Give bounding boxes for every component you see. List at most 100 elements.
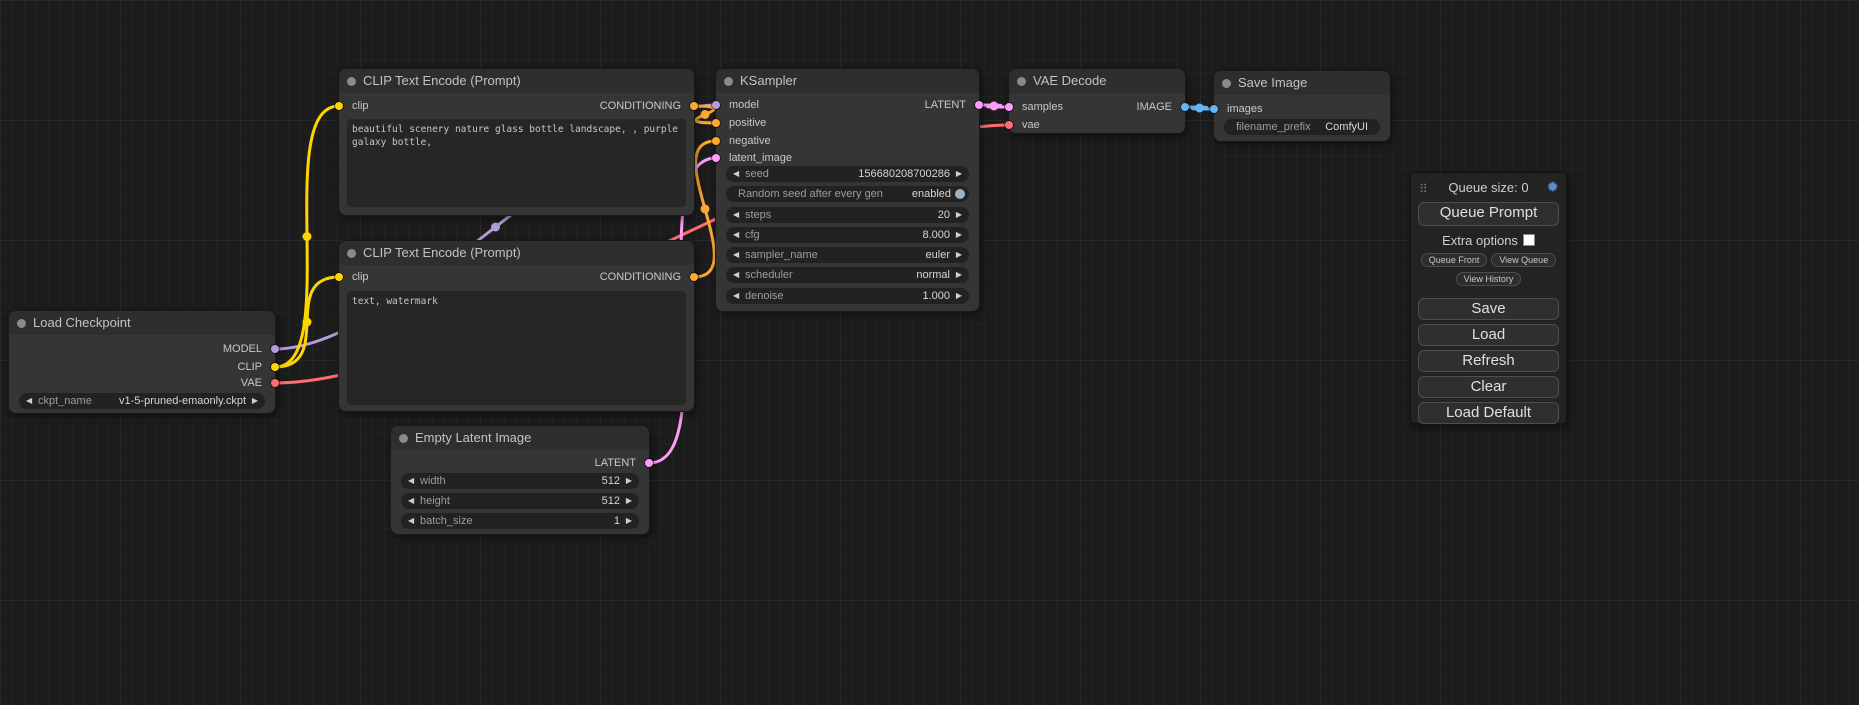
increment-arrow-icon[interactable]: ▶: [956, 227, 962, 243]
sampler-name-widget[interactable]: ◀ sampler_name euler ▶: [726, 247, 969, 263]
width-widget[interactable]: ◀ width 512 ▶: [401, 473, 639, 489]
input-label: positive: [729, 115, 766, 131]
input-slot-latent-image: latent_image: [716, 150, 979, 166]
load-default-button[interactable]: Load Default: [1418, 402, 1559, 424]
decrement-arrow-icon[interactable]: ◀: [733, 207, 739, 223]
decrement-arrow-icon[interactable]: ◀: [733, 267, 739, 283]
view-queue-button[interactable]: View Queue: [1491, 253, 1556, 267]
prompt-textarea[interactable]: text, watermark: [347, 291, 686, 405]
output-port-icon[interactable]: [690, 273, 698, 281]
view-history-button[interactable]: View History: [1456, 272, 1522, 286]
link-midpoint-dot[interactable]: [303, 318, 312, 327]
increment-arrow-icon[interactable]: ▶: [956, 288, 962, 304]
save-button[interactable]: Save: [1418, 298, 1559, 320]
collapse-dot-icon[interactable]: [347, 249, 356, 258]
output-port-icon[interactable]: [271, 379, 279, 387]
node-title: KSampler: [740, 69, 797, 93]
node-title-bar[interactable]: Save Image: [1214, 71, 1390, 95]
link-midpoint-dot[interactable]: [701, 205, 710, 214]
collapse-dot-icon[interactable]: [17, 319, 26, 328]
input-port-icon[interactable]: [1005, 121, 1013, 129]
decrement-arrow-icon[interactable]: ◀: [408, 493, 414, 509]
decrement-arrow-icon[interactable]: ◀: [733, 227, 739, 243]
decrement-arrow-icon[interactable]: ◀: [408, 473, 414, 489]
widget-value: 8.000: [922, 227, 950, 243]
queue-prompt-button[interactable]: Queue Prompt: [1418, 202, 1559, 226]
filename-prefix-widget[interactable]: filename_prefix ComfyUI: [1224, 119, 1380, 135]
height-widget[interactable]: ◀ height 512 ▶: [401, 493, 639, 509]
input-slot-negative: negative: [716, 133, 979, 149]
output-label: CONDITIONING: [600, 98, 681, 114]
node-vae-decode[interactable]: VAE Decode samples vae IMAGE: [1008, 68, 1186, 134]
refresh-button[interactable]: Refresh: [1418, 350, 1559, 372]
node-title-bar[interactable]: CLIP Text Encode (Prompt): [339, 69, 694, 93]
input-port-icon[interactable]: [1210, 105, 1218, 113]
cfg-widget[interactable]: ◀ cfg 8.000 ▶: [726, 227, 969, 243]
increment-arrow-icon[interactable]: ▶: [956, 166, 962, 182]
output-label: LATENT: [595, 455, 636, 471]
input-port-icon[interactable]: [712, 137, 720, 145]
increment-arrow-icon[interactable]: ▶: [252, 393, 258, 409]
prompt-textarea[interactable]: beautiful scenery nature glass bottle la…: [347, 119, 686, 207]
node-graph-canvas[interactable]: Load Checkpoint MODEL CLIP VAE ◀ ckpt_na…: [0, 0, 1859, 705]
increment-arrow-icon[interactable]: ▶: [626, 513, 632, 529]
output-slot-clip: CLIP: [9, 359, 275, 375]
collapse-dot-icon[interactable]: [1222, 79, 1231, 88]
node-load-checkpoint[interactable]: Load Checkpoint MODEL CLIP VAE ◀ ckpt_na…: [8, 310, 276, 414]
clear-button[interactable]: Clear: [1418, 376, 1559, 398]
decrement-arrow-icon[interactable]: ◀: [26, 393, 32, 409]
node-ksampler[interactable]: KSampler model positive negative latent_…: [715, 68, 980, 312]
ckpt-name-widget[interactable]: ◀ ckpt_name v1-5-pruned-emaonly.ckpt ▶: [19, 393, 265, 409]
batch-size-widget[interactable]: ◀ batch_size 1 ▶: [401, 513, 639, 529]
steps-widget[interactable]: ◀ steps 20 ▶: [726, 207, 969, 223]
collapse-dot-icon[interactable]: [399, 434, 408, 443]
decrement-arrow-icon[interactable]: ◀: [733, 288, 739, 304]
node-clip-text-encode-positive[interactable]: CLIP Text Encode (Prompt) clip CONDITION…: [338, 68, 695, 216]
widget-label: batch_size: [420, 513, 473, 529]
collapse-dot-icon[interactable]: [724, 77, 733, 86]
output-port-icon[interactable]: [975, 101, 983, 109]
random-seed-toggle-widget[interactable]: Random seed after every gen enabled: [726, 186, 969, 202]
decrement-arrow-icon[interactable]: ◀: [733, 247, 739, 263]
extra-options-checkbox[interactable]: [1523, 234, 1535, 246]
queue-front-button[interactable]: Queue Front: [1421, 253, 1488, 267]
seed-widget[interactable]: ◀ seed 156680208700286 ▶: [726, 166, 969, 182]
node-title: Save Image: [1238, 71, 1307, 95]
node-title-bar[interactable]: CLIP Text Encode (Prompt): [339, 241, 694, 265]
node-title-bar[interactable]: Load Checkpoint: [9, 311, 275, 335]
node-save-image[interactable]: Save Image images filename_prefix ComfyU…: [1213, 70, 1391, 142]
increment-arrow-icon[interactable]: ▶: [956, 207, 962, 223]
node-title-bar[interactable]: Empty Latent Image: [391, 426, 649, 450]
collapse-dot-icon[interactable]: [347, 77, 356, 86]
input-slot-vae: vae: [1009, 117, 1185, 133]
collapse-dot-icon[interactable]: [1017, 77, 1026, 86]
output-port-icon[interactable]: [690, 102, 698, 110]
increment-arrow-icon[interactable]: ▶: [956, 267, 962, 283]
scheduler-widget[interactable]: ◀ scheduler normal ▶: [726, 267, 969, 283]
output-port-icon[interactable]: [271, 363, 279, 371]
input-port-icon[interactable]: [712, 119, 720, 127]
link-midpoint-dot[interactable]: [303, 232, 312, 241]
increment-arrow-icon[interactable]: ▶: [626, 493, 632, 509]
output-slot-model: MODEL: [9, 341, 275, 357]
link-midpoint-dot[interactable]: [990, 102, 999, 111]
node-title-bar[interactable]: KSampler: [716, 69, 979, 93]
increment-arrow-icon[interactable]: ▶: [626, 473, 632, 489]
link-midpoint-dot[interactable]: [491, 223, 500, 232]
decrement-arrow-icon[interactable]: ◀: [408, 513, 414, 529]
link-midpoint-dot[interactable]: [1195, 104, 1204, 113]
link-midpoint-dot[interactable]: [701, 110, 710, 119]
decrement-arrow-icon[interactable]: ◀: [733, 166, 739, 182]
output-port-icon[interactable]: [645, 459, 653, 467]
input-port-icon[interactable]: [712, 154, 720, 162]
settings-gear-icon[interactable]: ✹: [1546, 178, 1559, 198]
output-port-icon[interactable]: [1181, 103, 1189, 111]
node-title-bar[interactable]: VAE Decode: [1009, 69, 1185, 93]
node-clip-text-encode-negative[interactable]: CLIP Text Encode (Prompt) clip CONDITION…: [338, 240, 695, 412]
node-empty-latent-image[interactable]: Empty Latent Image LATENT ◀ width 512 ▶ …: [390, 425, 650, 535]
increment-arrow-icon[interactable]: ▶: [956, 247, 962, 263]
output-port-icon[interactable]: [271, 345, 279, 353]
toggle-dot-icon[interactable]: [955, 189, 965, 199]
denoise-widget[interactable]: ◀ denoise 1.000 ▶: [726, 288, 969, 304]
load-button[interactable]: Load: [1418, 324, 1559, 346]
